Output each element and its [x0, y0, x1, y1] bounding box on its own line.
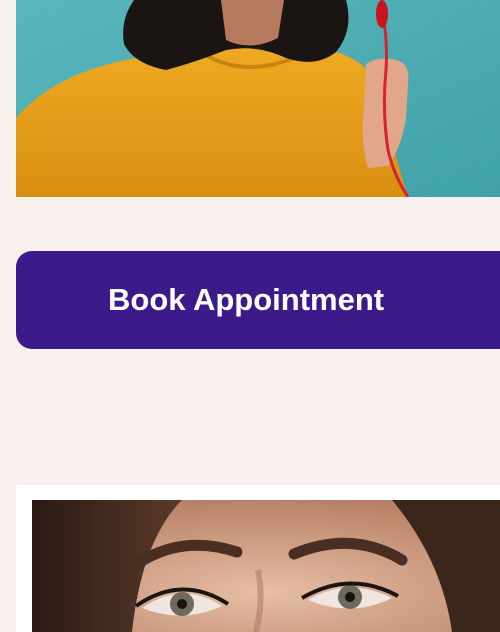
- book-appointment-button[interactable]: Book Appointment: [16, 251, 500, 349]
- hero-photo: [16, 0, 500, 197]
- promo-card: [16, 485, 500, 632]
- face-photo: [32, 500, 500, 632]
- face-photo-illustration: [32, 500, 500, 632]
- hero-photo-illustration: [16, 0, 500, 197]
